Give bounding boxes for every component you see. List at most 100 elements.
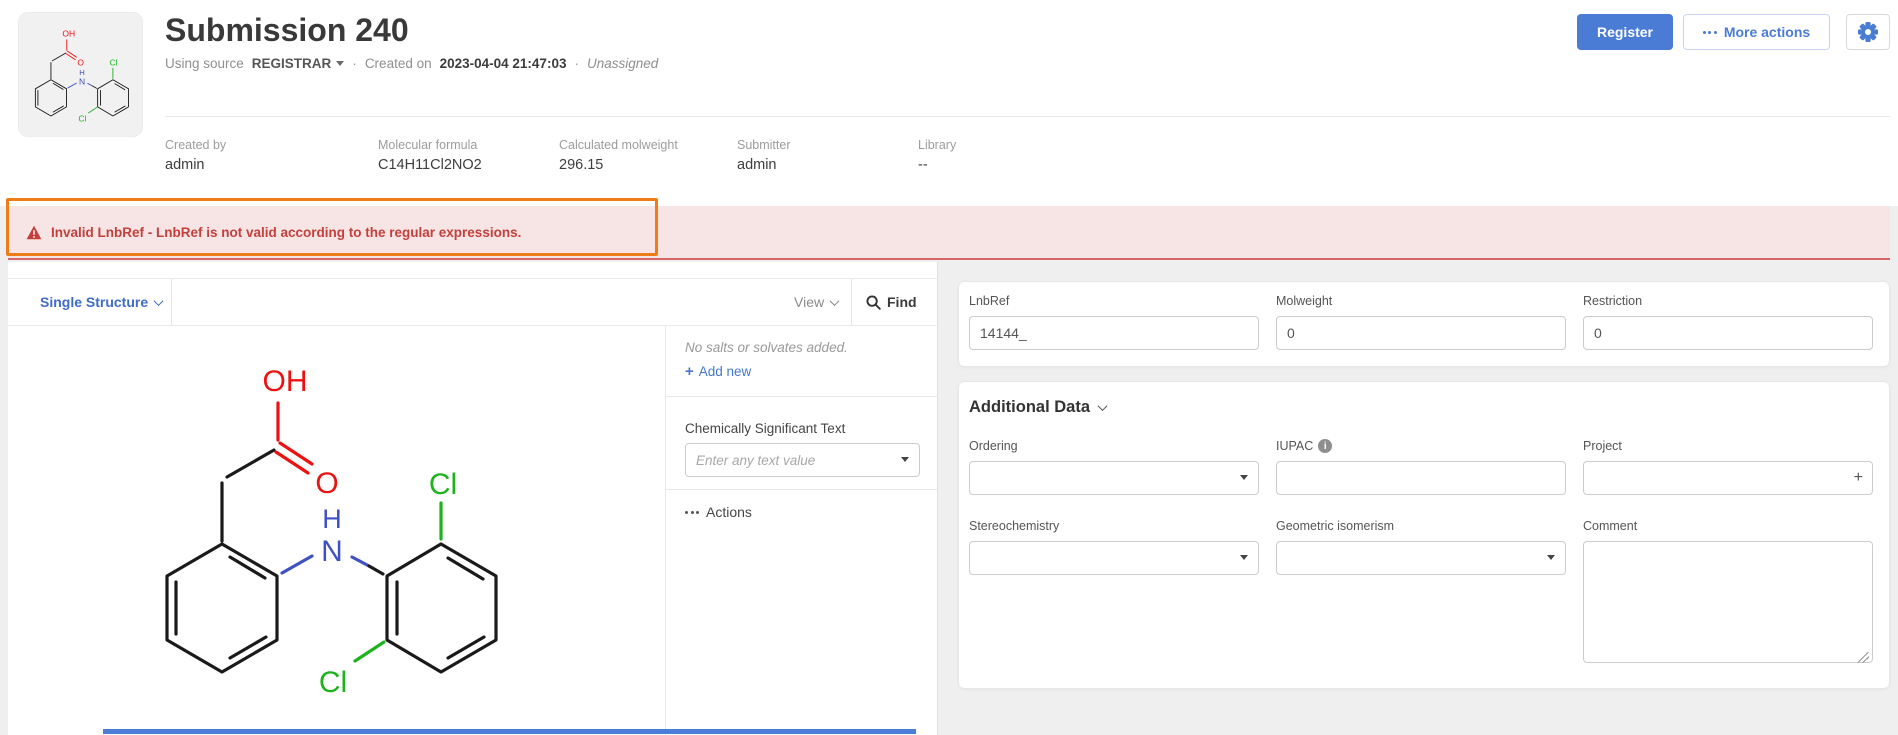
meta-calculated-molweight: Calculated molweight 296.15 <box>559 138 678 173</box>
view-label: View <box>794 294 824 310</box>
project-field: Project + <box>1583 439 1873 495</box>
iupac-label: IUPAC <box>1276 439 1313 453</box>
info-icon[interactable]: i <box>1318 439 1332 453</box>
stereochemistry-select[interactable] <box>969 541 1259 575</box>
actions-button[interactable]: Actions <box>685 504 752 520</box>
add-new-label: Add new <box>699 364 752 379</box>
dropdown-caret-icon[interactable] <box>1547 555 1555 560</box>
meta-label: Library <box>918 138 956 152</box>
compound-registration-page: Submission 240 Using source REGISTRAR · … <box>0 0 1898 735</box>
geometric-isomerism-select[interactable] <box>1276 541 1566 575</box>
meta-value: C14H11Cl2NO2 <box>378 157 482 173</box>
stereochemistry-field: Stereochemistry <box>969 519 1259 668</box>
created-on-label: Created on <box>365 56 432 71</box>
molweight-label: Molweight <box>1276 294 1566 308</box>
stereochemistry-label: Stereochemistry <box>969 519 1259 533</box>
chevron-down-icon <box>1098 401 1108 411</box>
view-dropdown[interactable]: View <box>794 279 838 325</box>
ellipsis-icon <box>685 511 699 514</box>
ordering-field: Ordering <box>969 439 1259 495</box>
panel-bottom-scrollbar[interactable] <box>103 729 916 734</box>
find-button[interactable]: Find <box>866 279 917 325</box>
search-icon <box>866 295 881 310</box>
ordering-label: Ordering <box>969 439 1259 453</box>
add-project-icon[interactable]: + <box>1854 469 1863 487</box>
restriction-input[interactable] <box>1583 316 1873 350</box>
resize-handle-icon[interactable] <box>1858 652 1869 663</box>
find-label: Find <box>887 294 917 310</box>
ellipsis-icon <box>1703 31 1717 34</box>
section-divider <box>665 489 938 490</box>
source-dropdown[interactable]: REGISTRAR <box>252 56 345 71</box>
gear-icon <box>1857 21 1879 43</box>
chevron-down-icon <box>830 296 840 306</box>
meta-label: Submitter <box>737 138 791 152</box>
panel-column-divider <box>665 326 666 735</box>
molweight-input[interactable] <box>1276 316 1566 350</box>
settings-button[interactable] <box>1846 14 1890 50</box>
separator-dot: · <box>352 56 357 71</box>
salts-empty-text: No salts or solvates added. <box>685 340 848 355</box>
additional-data-toggle[interactable]: Additional Data <box>969 398 1873 417</box>
plus-icon: + <box>685 364 694 379</box>
validation-error-banner: Invalid LnbRef - LnbRef is not valid acc… <box>8 206 1890 260</box>
submission-subtitle: Using source REGISTRAR · Created on 2023… <box>165 56 658 71</box>
identity-fields-card: LnbRef Molweight Restriction <box>958 281 1890 367</box>
meta-submitter: Submitter admin <box>737 138 791 173</box>
add-new-salt-button[interactable]: + Add new <box>685 364 751 379</box>
more-actions-button[interactable]: More actions <box>1683 14 1830 50</box>
page-header: Submission 240 Using source REGISTRAR · … <box>0 0 1898 206</box>
source-value: REGISTRAR <box>252 56 332 71</box>
header-divider <box>165 116 1890 117</box>
section-divider <box>665 396 938 397</box>
meta-value: admin <box>165 157 226 173</box>
cst-combobox <box>685 443 920 477</box>
meta-value: -- <box>918 157 956 173</box>
comment-label: Comment <box>1583 519 1873 533</box>
geometric-isomerism-field: Geometric isomerism <box>1276 519 1566 668</box>
meta-label: Molecular formula <box>378 138 482 152</box>
cst-label: Chemically Significant Text <box>685 421 845 436</box>
comment-field: Comment <box>1583 519 1873 668</box>
structure-panel: Single Structure View Find <box>8 262 938 735</box>
meta-value: 296.15 <box>559 157 678 173</box>
error-message: Invalid LnbRef - LnbRef is not valid acc… <box>51 225 521 240</box>
created-on-value: 2023-04-04 21:47:03 <box>440 56 567 71</box>
dropdown-caret-icon[interactable] <box>1240 475 1248 480</box>
additional-data-title: Additional Data <box>969 398 1090 417</box>
project-input[interactable] <box>1583 461 1873 495</box>
iupac-input[interactable] <box>1276 461 1566 495</box>
meta-library: Library -- <box>918 138 956 173</box>
meta-molecular-formula: Molecular formula C14H11Cl2NO2 <box>378 138 482 173</box>
page-title: Submission 240 <box>165 12 409 49</box>
dropdown-caret-icon[interactable] <box>901 457 909 462</box>
lnbref-field: LnbRef <box>969 294 1259 350</box>
lnbref-label: LnbRef <box>969 294 1259 308</box>
warning-icon <box>26 225 42 240</box>
comment-textarea[interactable] <box>1583 541 1873 663</box>
more-actions-label: More actions <box>1724 24 1810 40</box>
separator-dot: · <box>574 56 579 71</box>
meta-label: Created by <box>165 138 226 152</box>
toolbar-divider <box>851 279 852 325</box>
actions-label: Actions <box>706 504 752 520</box>
lnbref-input[interactable] <box>969 316 1259 350</box>
structure-canvas[interactable] <box>100 290 660 735</box>
additional-data-card: Additional Data Ordering IUPAC i <box>958 381 1890 689</box>
molweight-field: Molweight <box>1276 294 1566 350</box>
ordering-select[interactable] <box>969 461 1259 495</box>
structure-thumbnail[interactable] <box>18 12 143 137</box>
dropdown-caret-icon[interactable] <box>1240 555 1248 560</box>
restriction-field: Restriction <box>1583 294 1873 350</box>
meta-label: Calculated molweight <box>559 138 678 152</box>
cst-input[interactable] <box>685 443 920 477</box>
meta-value: admin <box>737 157 791 173</box>
register-button[interactable]: Register <box>1577 14 1673 50</box>
using-source-label: Using source <box>165 56 244 71</box>
iupac-field: IUPAC i <box>1276 439 1566 495</box>
project-label: Project <box>1583 439 1873 453</box>
geometric-isomerism-label: Geometric isomerism <box>1276 519 1566 533</box>
assignment-status: Unassigned <box>587 56 658 71</box>
restriction-label: Restriction <box>1583 294 1873 308</box>
caret-down-icon <box>336 61 344 66</box>
